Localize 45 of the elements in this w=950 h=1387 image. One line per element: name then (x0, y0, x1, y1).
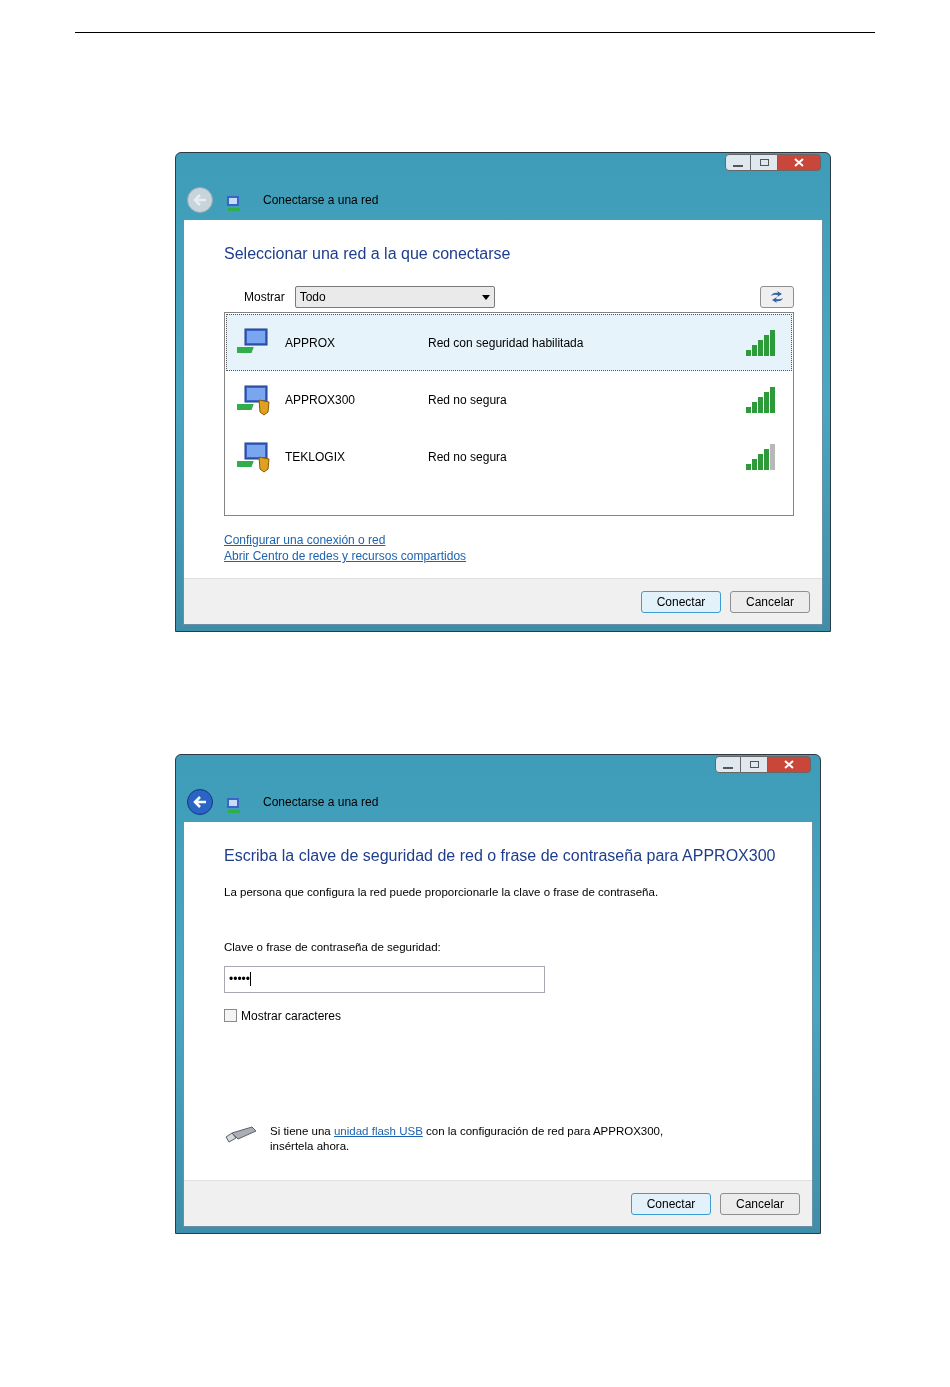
network-row[interactable]: APPROX Red con seguridad habilitada (226, 314, 792, 371)
dialog-heading: Seleccionar una red a la que conectarse (224, 244, 512, 264)
dialog-button[interactable]: Cancelar (720, 1192, 800, 1215)
window-title: Conectarse a una red (263, 192, 379, 209)
network-name: APPROX (285, 334, 336, 352)
dialog-heading: Escriba la clave de seguridad de red o frase de contraseña para APPROX300 (224, 846, 777, 866)
close-icon (784, 760, 794, 769)
close-button[interactable] (767, 756, 811, 773)
link[interactable]: Configurar una conexión o red (224, 532, 386, 548)
maximize-button[interactable] (751, 154, 777, 171)
network-status: Red no segura (428, 448, 507, 466)
network-row[interactable]: TEKLOGIX Red no segura (226, 428, 792, 485)
dialog-button[interactable]: Cancelar (730, 590, 810, 613)
checkbox[interactable] (224, 1009, 237, 1022)
close-icon (794, 158, 804, 167)
window-title: Conectarse a una red (263, 794, 379, 811)
network-icon (225, 195, 243, 213)
password-field[interactable]: ••••• (224, 965, 545, 993)
minimize-button[interactable] (725, 154, 751, 171)
network-status: Red no segura (428, 391, 507, 409)
network-status: Red con seguridad habilitada (428, 334, 584, 352)
show-dropdown[interactable]: Todo (294, 286, 495, 308)
usb-instructions: Si tiene una unidad flash USB con la configuración de red para APPROX300, insértela ahora. (270, 1123, 665, 1154)
back-button[interactable] (187, 789, 213, 815)
caret-icon (481, 294, 490, 300)
usb-link[interactable]: unidad flash USB (333, 1124, 423, 1137)
checkbox-label: Mostrar caracteres (241, 1007, 342, 1025)
network-name: TEKLOGIX (285, 448, 347, 466)
close-button[interactable] (777, 154, 821, 171)
maximize-button[interactable] (741, 756, 767, 773)
dialog-button[interactable]: Conectar (641, 590, 721, 613)
refresh-icon (769, 291, 785, 303)
dialog-button[interactable]: Conectar (631, 1192, 711, 1215)
show-label: Mostrar (244, 289, 285, 306)
refresh-button[interactable] (760, 286, 794, 308)
network-icon (225, 797, 243, 815)
minimize-button[interactable] (715, 756, 741, 773)
network-name: APPROX300 (285, 391, 357, 409)
description-text: La persona que configura la red puede proporcionarle la clave o frase de contraseña. (224, 885, 660, 900)
back-arrow-icon (193, 796, 207, 808)
network-row[interactable]: APPROX300 Red no segura (226, 371, 792, 428)
field-label: Clave o frase de contraseña de seguridad: (224, 940, 442, 956)
back-arrow-icon (193, 194, 207, 206)
usb-drive-icon (224, 1124, 258, 1143)
link[interactable]: Abrir Centro de redes y recursos compartidos (224, 548, 467, 564)
